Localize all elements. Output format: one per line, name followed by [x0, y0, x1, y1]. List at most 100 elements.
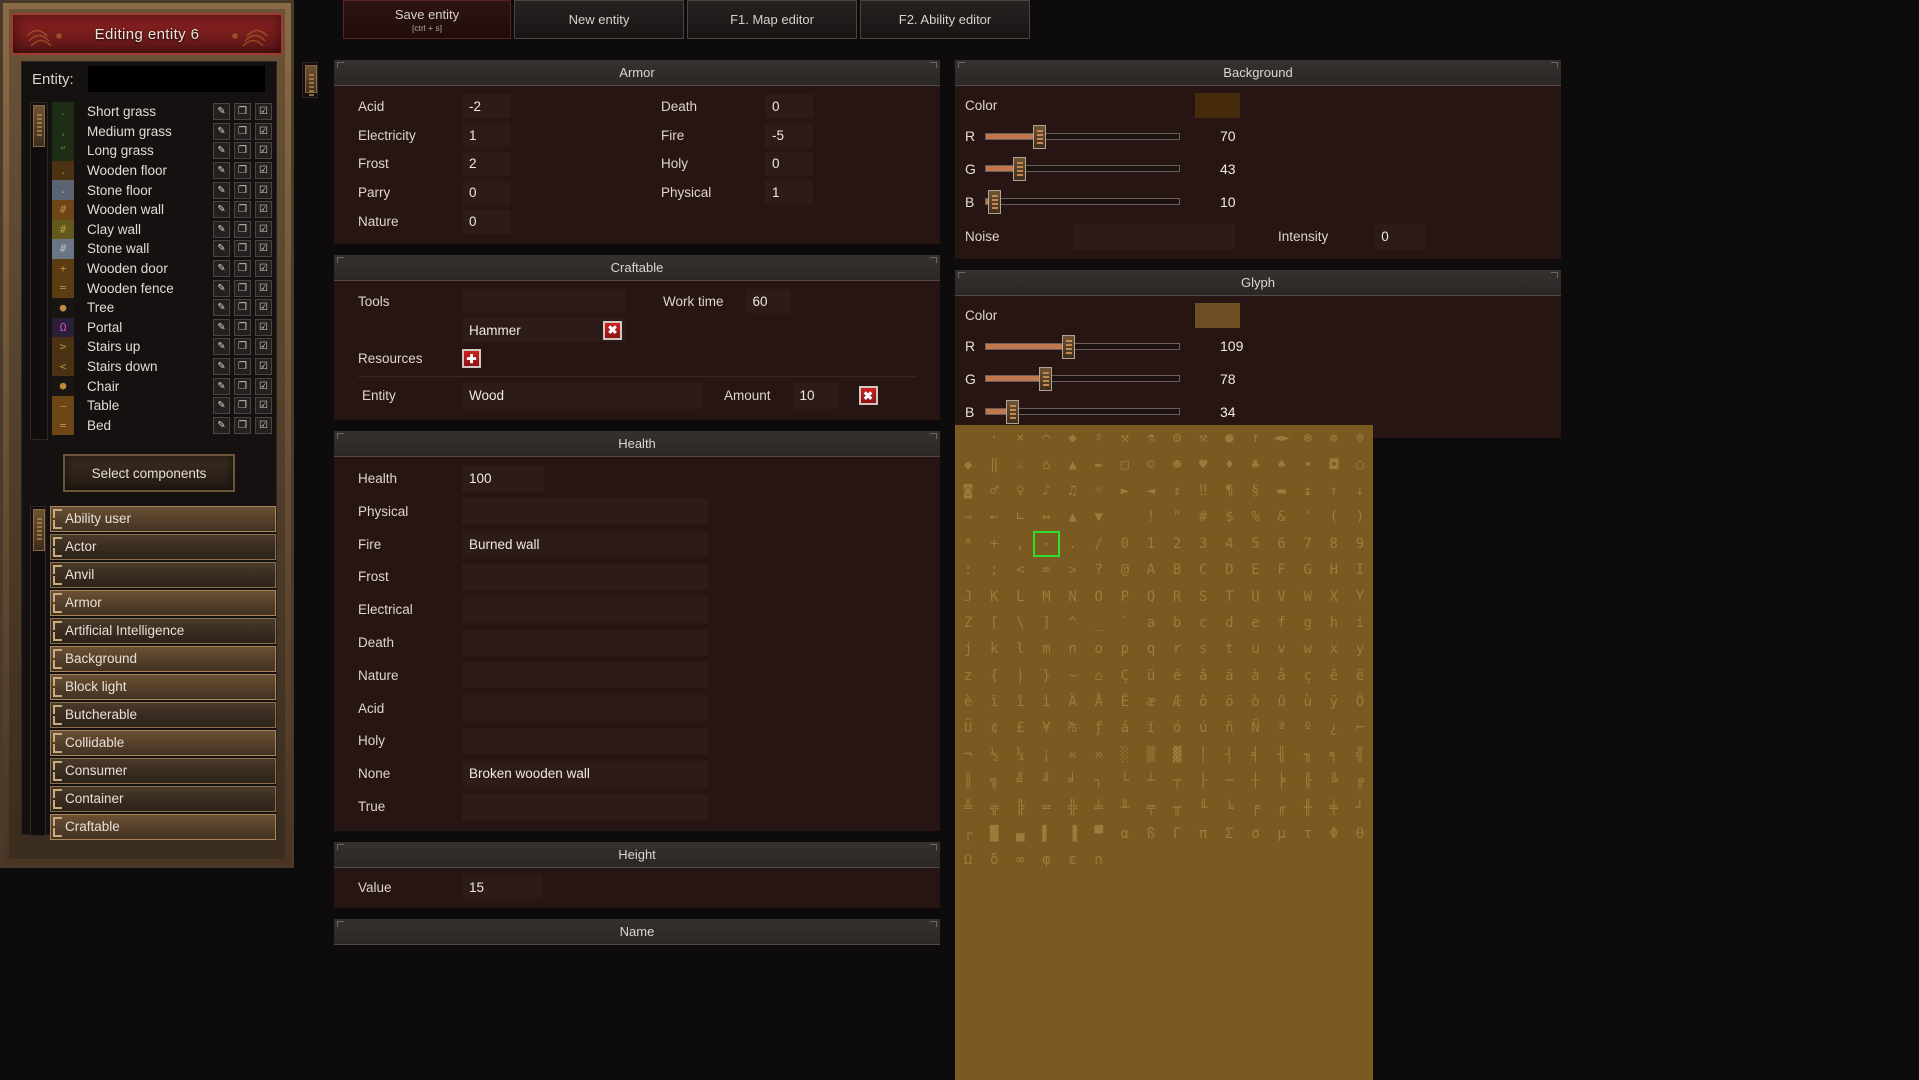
glyph-cell[interactable]: {	[981, 663, 1007, 689]
glyph-cell[interactable]: 5	[1242, 531, 1268, 557]
entity-list-item[interactable]: = Wooden fence ✎ ❐ ☑	[52, 278, 276, 298]
glyph-cell[interactable]: ñ	[1216, 715, 1242, 741]
glyph-cell[interactable]: ♦	[1216, 451, 1242, 477]
edit-icon[interactable]: ☑	[255, 240, 272, 258]
glyph-cell[interactable]: ƒ	[1086, 715, 1112, 741]
edit-icon[interactable]: ☑	[255, 318, 272, 336]
glyph-cell[interactable]: T	[1216, 583, 1242, 609]
glyph-cell[interactable]: ❄	[1347, 425, 1373, 451]
picker-icon[interactable]: ✎	[213, 279, 230, 297]
armor-field-input[interactable]: 0	[462, 209, 510, 234]
rgb-slider-track[interactable]	[985, 367, 1180, 392]
copy-icon[interactable]: ❐	[234, 338, 251, 356]
glyph-cell[interactable]: ╠	[1007, 794, 1033, 820]
glyph-cell[interactable]: ◙	[955, 478, 981, 504]
glyph-cell[interactable]: ╓	[1269, 794, 1295, 820]
rgb-slider-handle[interactable]	[1039, 367, 1053, 392]
glyph-cell[interactable]: Φ	[1321, 821, 1347, 847]
edit-icon[interactable]: ☑	[255, 279, 272, 297]
glyph-cell[interactable]: ◘	[1321, 451, 1347, 477]
glyph-cell[interactable]: ╫	[1295, 794, 1321, 820]
glyph-cell[interactable]: ╗	[981, 768, 1007, 794]
edit-icon[interactable]: ☑	[255, 299, 272, 317]
glyph-cell[interactable]: 3	[1190, 531, 1216, 557]
glyph-cell[interactable]: ¢	[981, 715, 1007, 741]
glyph-cell[interactable]: a	[1138, 610, 1164, 636]
edit-icon[interactable]: ☑	[255, 201, 272, 219]
copy-icon[interactable]: ❐	[234, 397, 251, 415]
health-field-input[interactable]	[462, 629, 708, 656]
glyph-cell[interactable]: █	[981, 821, 1007, 847]
edit-icon[interactable]: ☑	[255, 416, 272, 434]
copy-icon[interactable]: ❐	[234, 103, 251, 121]
edit-icon[interactable]: ☑	[255, 122, 272, 140]
glyph-cell[interactable]: è	[955, 689, 981, 715]
component-button[interactable]: Block light	[50, 674, 276, 700]
glyph-cell[interactable]: Σ	[1216, 821, 1242, 847]
glyph-cell[interactable]: ↑	[1242, 425, 1268, 451]
picker-icon[interactable]: ✎	[213, 142, 230, 160]
glyph-cell[interactable]: ⚒	[1190, 425, 1216, 451]
glyph-cell[interactable]: ═	[1033, 794, 1059, 820]
copy-icon[interactable]: ❐	[234, 220, 251, 238]
glyph-cell[interactable]: ┼	[1242, 768, 1268, 794]
glyph-cell[interactable]: L	[1007, 583, 1033, 609]
picker-icon[interactable]: ✎	[213, 181, 230, 199]
rgb-slider-track[interactable]	[985, 400, 1180, 425]
glyph-cell[interactable]: ╔	[1347, 768, 1373, 794]
glyph-cell[interactable]: é	[1164, 663, 1190, 689]
edit-icon[interactable]: ☑	[255, 397, 272, 415]
glyph-cell[interactable]: ╞	[1269, 768, 1295, 794]
glyph-cell[interactable]: Γ	[1164, 821, 1190, 847]
glyph-cell[interactable]: X	[1321, 583, 1347, 609]
glyph-cell[interactable]: ╒	[1242, 794, 1268, 820]
glyph-cell[interactable]: ï	[981, 689, 1007, 715]
health-field-input[interactable]	[462, 727, 708, 754]
glyph-cell[interactable]: 0	[1112, 531, 1138, 557]
glyph-cell[interactable]: º	[1295, 715, 1321, 741]
glyph-cell[interactable]: %	[1242, 504, 1268, 530]
glyph-cell[interactable]: ?	[1086, 557, 1112, 583]
glyph-cell[interactable]: ¡	[1033, 742, 1059, 768]
component-button[interactable]: Anvil	[50, 562, 276, 588]
glyph-cell[interactable]: I	[1347, 557, 1373, 583]
entity-list-item[interactable]: # Wooden wall ✎ ❐ ☑	[52, 199, 276, 220]
edit-icon[interactable]: ☑	[255, 181, 272, 199]
entity-list-item[interactable]: . Wooden floor ✎ ❐ ☑	[52, 160, 276, 181]
rgb-slider-handle[interactable]	[1062, 334, 1076, 359]
health-field-input[interactable]: Broken wooden wall	[462, 760, 708, 787]
glyph-cell[interactable]: É	[1112, 689, 1138, 715]
copy-icon[interactable]: ❐	[234, 181, 251, 199]
glyph-cell[interactable]: =	[1033, 557, 1059, 583]
glyph-cell[interactable]: h	[1321, 610, 1347, 636]
glyph-cell[interactable]: τ	[1295, 821, 1321, 847]
glyph-cell[interactable]: ╛	[1060, 768, 1086, 794]
glyph-cell[interactable]: Ü	[955, 715, 981, 741]
glyph-cell[interactable]: q	[1138, 636, 1164, 662]
component-button[interactable]: Armor	[50, 590, 276, 616]
glyph-cell[interactable]: ∟	[1007, 504, 1033, 530]
glyph-cell[interactable]: $	[1216, 504, 1242, 530]
glyph-cell[interactable]: ⌐	[1347, 715, 1373, 741]
picker-icon[interactable]: ✎	[213, 338, 230, 356]
glyph-cell[interactable]: ├	[1190, 768, 1216, 794]
glyph-cell[interactable]: ╧	[1086, 794, 1112, 820]
glyph-cell[interactable]: g	[1295, 610, 1321, 636]
resource-amount-input[interactable]: 10	[792, 382, 838, 409]
glyph-cell[interactable]: m	[1033, 636, 1059, 662]
glyph-cell[interactable]: │	[1190, 742, 1216, 768]
glyph-cell[interactable]: ô	[1190, 689, 1216, 715]
glyph-cell[interactable]: í	[1138, 715, 1164, 741]
glyph-cell[interactable]: φ	[1033, 847, 1059, 873]
glyph-cell[interactable]: R	[1164, 583, 1190, 609]
entity-list-item[interactable]: # Stone wall ✎ ❐ ☑	[52, 239, 276, 259]
glyph-cell[interactable]: Ñ	[1242, 715, 1268, 741]
glyph-cell[interactable]: ◆	[1060, 425, 1086, 451]
glyph-cell[interactable]	[955, 425, 981, 451]
glyph-cell[interactable]: ò	[1242, 689, 1268, 715]
glyph-cell[interactable]: ì	[1033, 689, 1059, 715]
ability-editor-button[interactable]: F2. Ability editor	[860, 0, 1030, 39]
glyph-cell[interactable]: )	[1347, 504, 1373, 530]
glyph-cell[interactable]: `	[1112, 610, 1138, 636]
glyph-cell[interactable]: z	[955, 663, 981, 689]
